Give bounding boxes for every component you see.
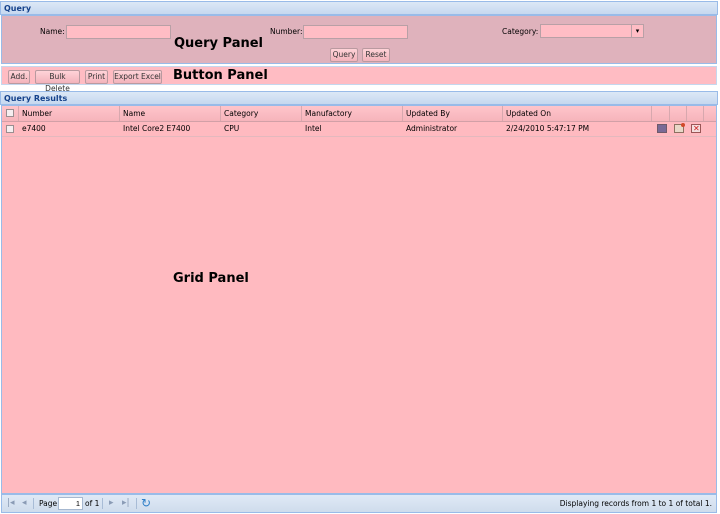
pager-divider [33, 498, 34, 509]
grid-panel: Number Name Category Manufactory Updated… [1, 105, 717, 494]
number-label: Number: [270, 27, 303, 36]
column-action-view [652, 106, 670, 121]
query-panel-annotation: Query Panel [174, 36, 264, 51]
grid-column-header: Number Name Category Manufactory Updated… [2, 106, 716, 122]
page-label: Page [39, 499, 58, 508]
results-panel-title: Query Results [4, 94, 68, 103]
cell-category: CPU [224, 124, 240, 133]
category-select[interactable]: ▾ [540, 24, 644, 38]
column-category[interactable]: Category [221, 106, 302, 121]
pager-divider [102, 498, 103, 509]
view-icon[interactable] [657, 124, 667, 133]
button-panel-annotation: Button Panel [173, 68, 268, 83]
add-button[interactable]: Add. [8, 70, 30, 84]
reset-button[interactable]: Reset [362, 48, 390, 62]
first-page-icon[interactable]: |◂ [7, 498, 15, 509]
column-updated-on[interactable]: Updated On [503, 106, 652, 121]
export-excel-button[interactable]: Export Excel [113, 70, 162, 84]
cell-updated-on: 2/24/2010 5:47:17 PM [506, 124, 590, 133]
table-row[interactable]: e7400 Intel Core2 E7400 CPU Intel Admini… [2, 121, 716, 137]
button-panel: Add. Bulk Delete Print Export Excel Butt… [1, 66, 717, 93]
column-updated-by[interactable]: Updated By [403, 106, 503, 121]
grid-panel-annotation: Grid Panel [173, 271, 249, 286]
bulk-delete-button[interactable]: Bulk Delete [35, 70, 80, 93]
delete-x-mark: ✕ [693, 124, 700, 133]
cell-number: e7400 [22, 124, 46, 133]
last-page-icon[interactable]: ▸| [122, 498, 130, 509]
delete-icon[interactable]: ✕ [691, 124, 701, 133]
name-input[interactable] [66, 25, 171, 39]
print-button[interactable]: Print [85, 70, 108, 84]
edit-pencil-mark [681, 123, 685, 127]
results-panel-header: Query Results [0, 91, 718, 105]
select-all-cell [2, 106, 19, 121]
edit-icon[interactable] [674, 123, 685, 133]
cell-manufactory: Intel [305, 124, 322, 133]
query-panel-title: Query [4, 4, 32, 13]
next-page-icon[interactable]: ▸ [109, 498, 114, 509]
column-number[interactable]: Number [19, 106, 120, 121]
query-panel-header: Query [0, 1, 718, 15]
category-label: Category: [502, 27, 539, 36]
column-action-delete [687, 106, 704, 121]
query-button[interactable]: Query [330, 48, 358, 62]
name-label: Name: [40, 27, 65, 36]
column-action-edit [670, 106, 687, 121]
refresh-icon[interactable]: ↻ [141, 496, 151, 510]
paging-status: Displaying records from 1 to 1 of total … [559, 499, 712, 508]
page-count-label: of 1 [85, 499, 100, 508]
paging-toolbar: |◂ ◂ Page of 1 ▸ ▸| ↻ Displaying records… [1, 494, 717, 513]
column-manufactory[interactable]: Manufactory [302, 106, 403, 121]
cell-name: Intel Core2 E7400 [123, 124, 191, 133]
cell-updated-by: Administrator [406, 124, 458, 133]
chevron-down-icon[interactable]: ▾ [631, 25, 643, 37]
column-name[interactable]: Name [120, 106, 221, 121]
page-number-input[interactable] [58, 497, 83, 510]
number-input[interactable] [303, 25, 408, 39]
query-panel: Name: Number: Category: ▾ Query Reset Qu… [1, 15, 717, 64]
prev-page-icon[interactable]: ◂ [22, 498, 27, 509]
row-checkbox[interactable] [6, 125, 14, 133]
pager-divider [136, 498, 137, 509]
select-all-checkbox[interactable] [6, 109, 14, 117]
